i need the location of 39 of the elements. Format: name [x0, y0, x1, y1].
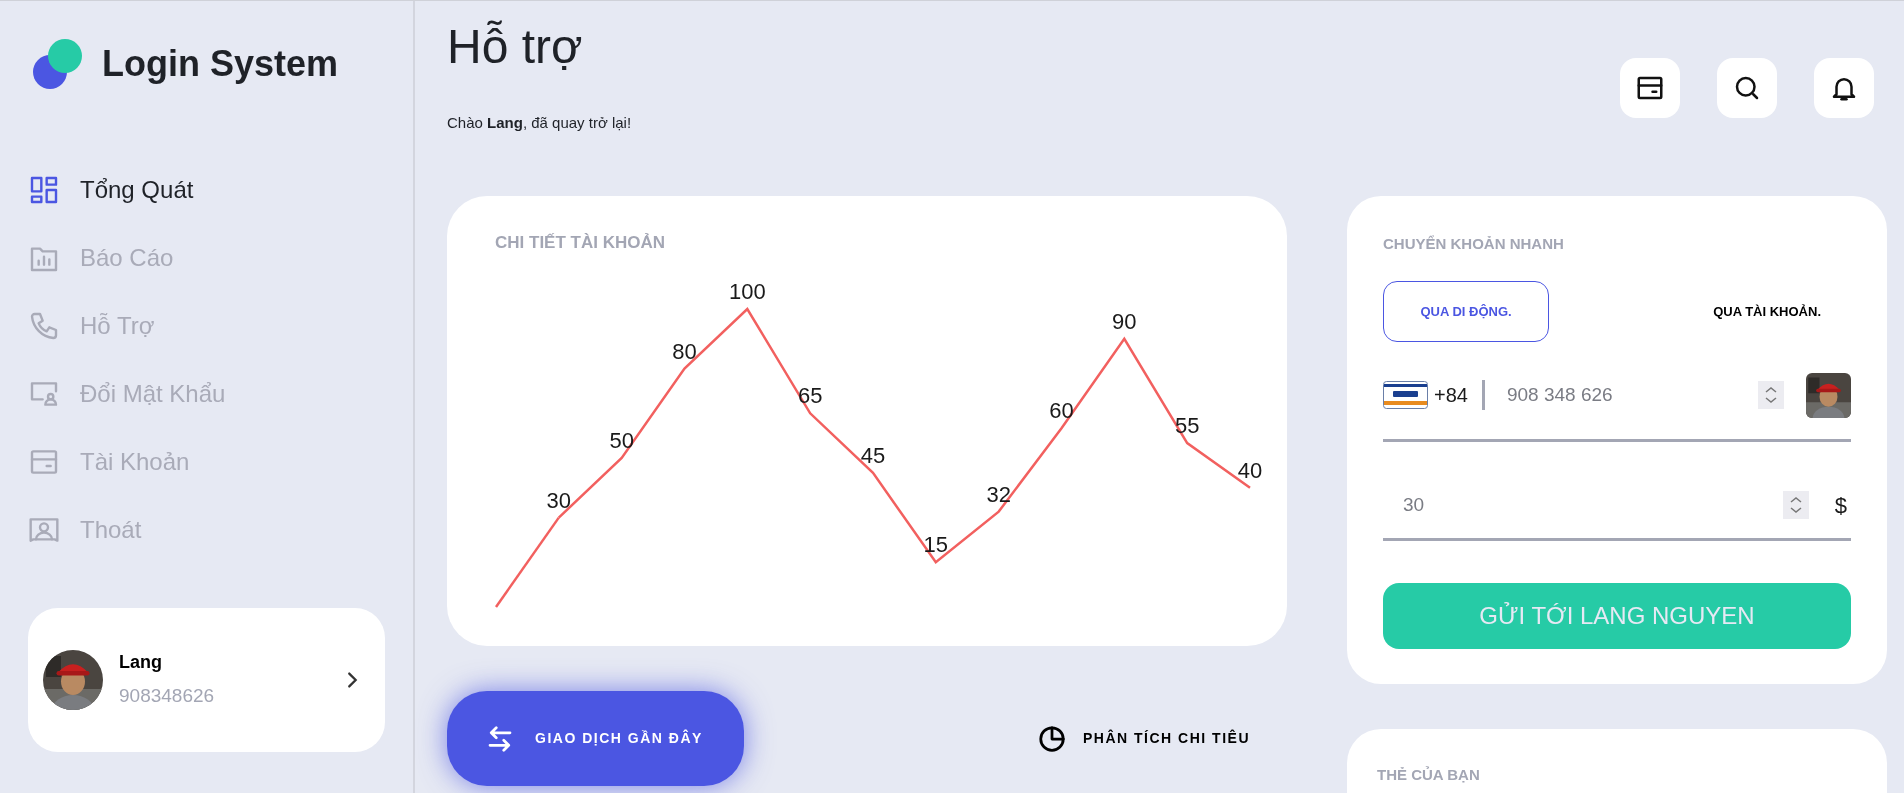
stepper-icon — [1782, 491, 1809, 519]
pie-chart-icon — [1037, 723, 1067, 754]
profile-card[interactable]: Lang 908348626 — [28, 608, 385, 752]
card-title: CHUYỂN KHOẢN NHANH — [1383, 236, 1565, 251]
app-title: Login System — [102, 45, 339, 82]
toolbar-button[interactable] — [1717, 58, 1777, 118]
data-label: 100 — [728, 279, 766, 304]
chart-title: CHI TIẾT TÀI KHOẢN — [495, 234, 666, 251]
data-label: 32 — [986, 481, 1011, 507]
data-label: 55 — [1174, 413, 1200, 439]
currency-symbol: $ — [1834, 491, 1847, 520]
data-label: 40 — [1237, 457, 1263, 483]
tab[interactable]: QUA DI ĐỘNG. — [1383, 281, 1549, 342]
data-label: 80 — [672, 338, 697, 364]
profile-name: Lang — [119, 651, 163, 675]
tab[interactable]: QUA TÀI KHOẢN. — [1713, 281, 1821, 342]
dashboard-icon — [28, 174, 60, 206]
tab[interactable]: GIAO DỊCH GẦN ĐÂY — [447, 691, 744, 786]
amount-field[interactable]: 30 — [1403, 490, 1783, 520]
profile-phone: 908348626 — [119, 684, 215, 709]
phone-icon — [28, 310, 60, 342]
data-label: 50 — [609, 428, 634, 453]
data-label: 65 — [797, 383, 823, 409]
card-title: THẺ CỦA BẠN — [1377, 767, 1481, 782]
toolbar-button[interactable] — [1814, 58, 1874, 118]
country-code: +84 — [1434, 383, 1468, 408]
data-label: 45 — [860, 442, 886, 468]
data-label: 90 — [1112, 308, 1137, 334]
tab[interactable]: PHÂN TÍCH CHI TIÊU — [1037, 691, 1250, 786]
toolbar-button[interactable] — [1620, 58, 1680, 118]
nav-item[interactable]: Tổng Quát — [0, 156, 413, 224]
data-label: 30 — [546, 487, 572, 513]
stepper-icon — [1758, 381, 1784, 409]
card-icon — [1383, 381, 1428, 409]
phone-field[interactable]: 908 348 626 — [1506, 380, 1758, 410]
data-label: 60 — [1049, 398, 1074, 424]
logo-icon — [33, 38, 82, 89]
data-label: 15 — [923, 532, 949, 558]
greeting-text: Chào Lang, đã quay trở lại! — [447, 113, 632, 133]
